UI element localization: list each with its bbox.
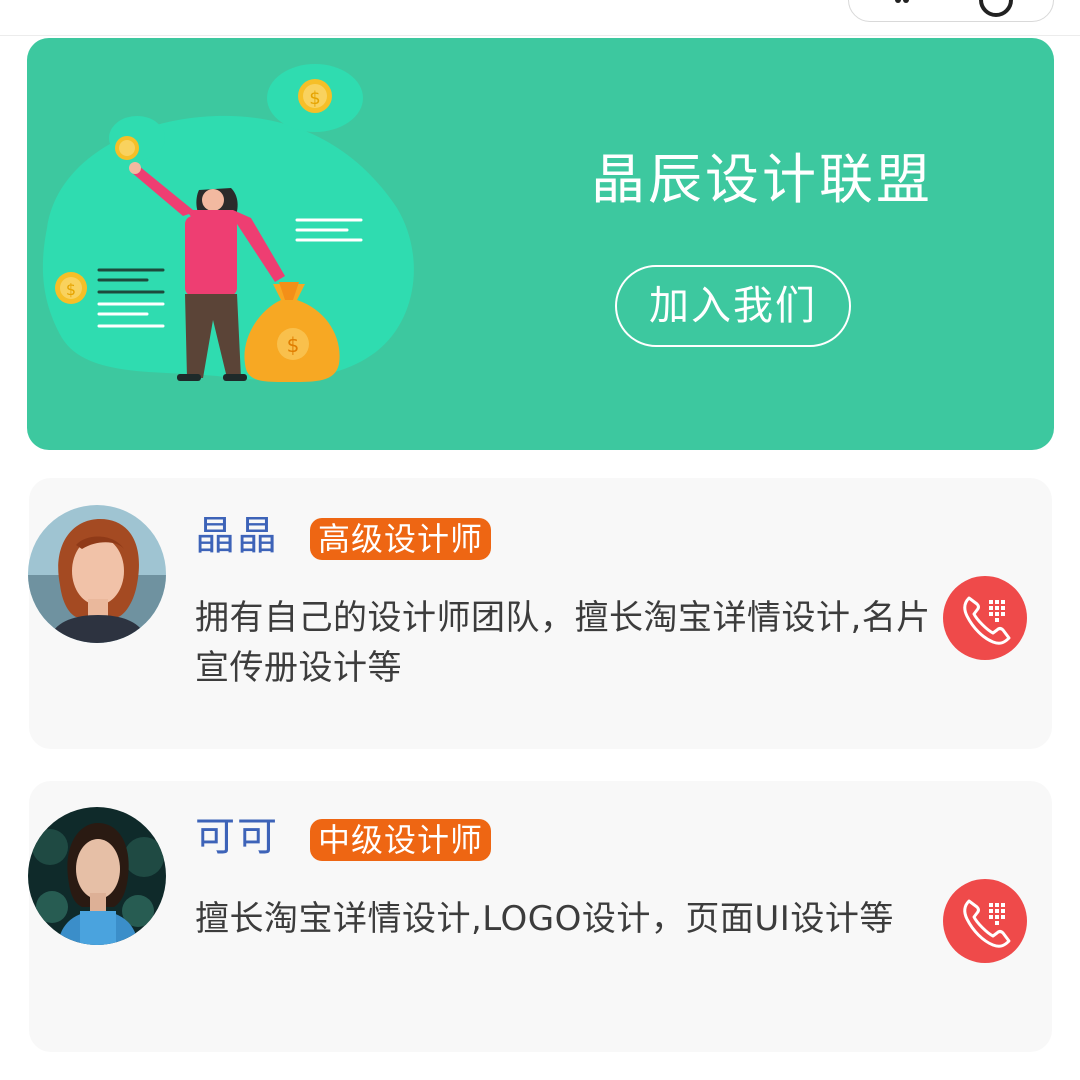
level-badge: 中级设计师	[310, 819, 492, 861]
designer-description: 拥有自己的设计师团队，擅长淘宝详情设计,名片宣传册设计等	[195, 598, 931, 688]
level-badge: 高级设计师	[310, 518, 492, 560]
more-icon[interactable]	[895, 0, 909, 3]
close-icon[interactable]	[979, 0, 1013, 17]
designer-description: 擅长淘宝详情设计,LOGO设计，页面UI设计等	[195, 899, 894, 939]
capsule-menu[interactable]	[848, 0, 1054, 22]
designer-name: 晶晶	[195, 513, 279, 559]
svg-text:$: $	[287, 333, 300, 357]
phone-icon	[963, 899, 1011, 948]
banner: $ $ $ 晶辰设计联盟 加入我们	[27, 38, 1054, 450]
top-bar	[0, 0, 1080, 36]
avatar	[28, 505, 166, 643]
svg-text:$: $	[309, 88, 320, 109]
call-button[interactable]	[943, 576, 1027, 660]
designer-card[interactable]: 可可 中级设计师 擅长淘宝详情设计,LOGO设计，页面UI设计等	[28, 781, 1052, 1052]
money-illustration: $ $ $	[42, 64, 414, 382]
designer-card[interactable]: 晶晶 高级设计师 拥有自己的设计师团队，擅长淘宝详情设计,名片宣传册设计等	[28, 478, 1052, 749]
avatar	[28, 807, 166, 945]
designer-name: 可可	[195, 814, 279, 860]
svg-text:$: $	[66, 280, 76, 299]
banner-title: 晶辰设计联盟	[591, 148, 933, 211]
call-button[interactable]	[943, 879, 1027, 963]
phone-icon	[963, 596, 1011, 645]
join-us-button[interactable]: 加入我们	[615, 265, 851, 347]
